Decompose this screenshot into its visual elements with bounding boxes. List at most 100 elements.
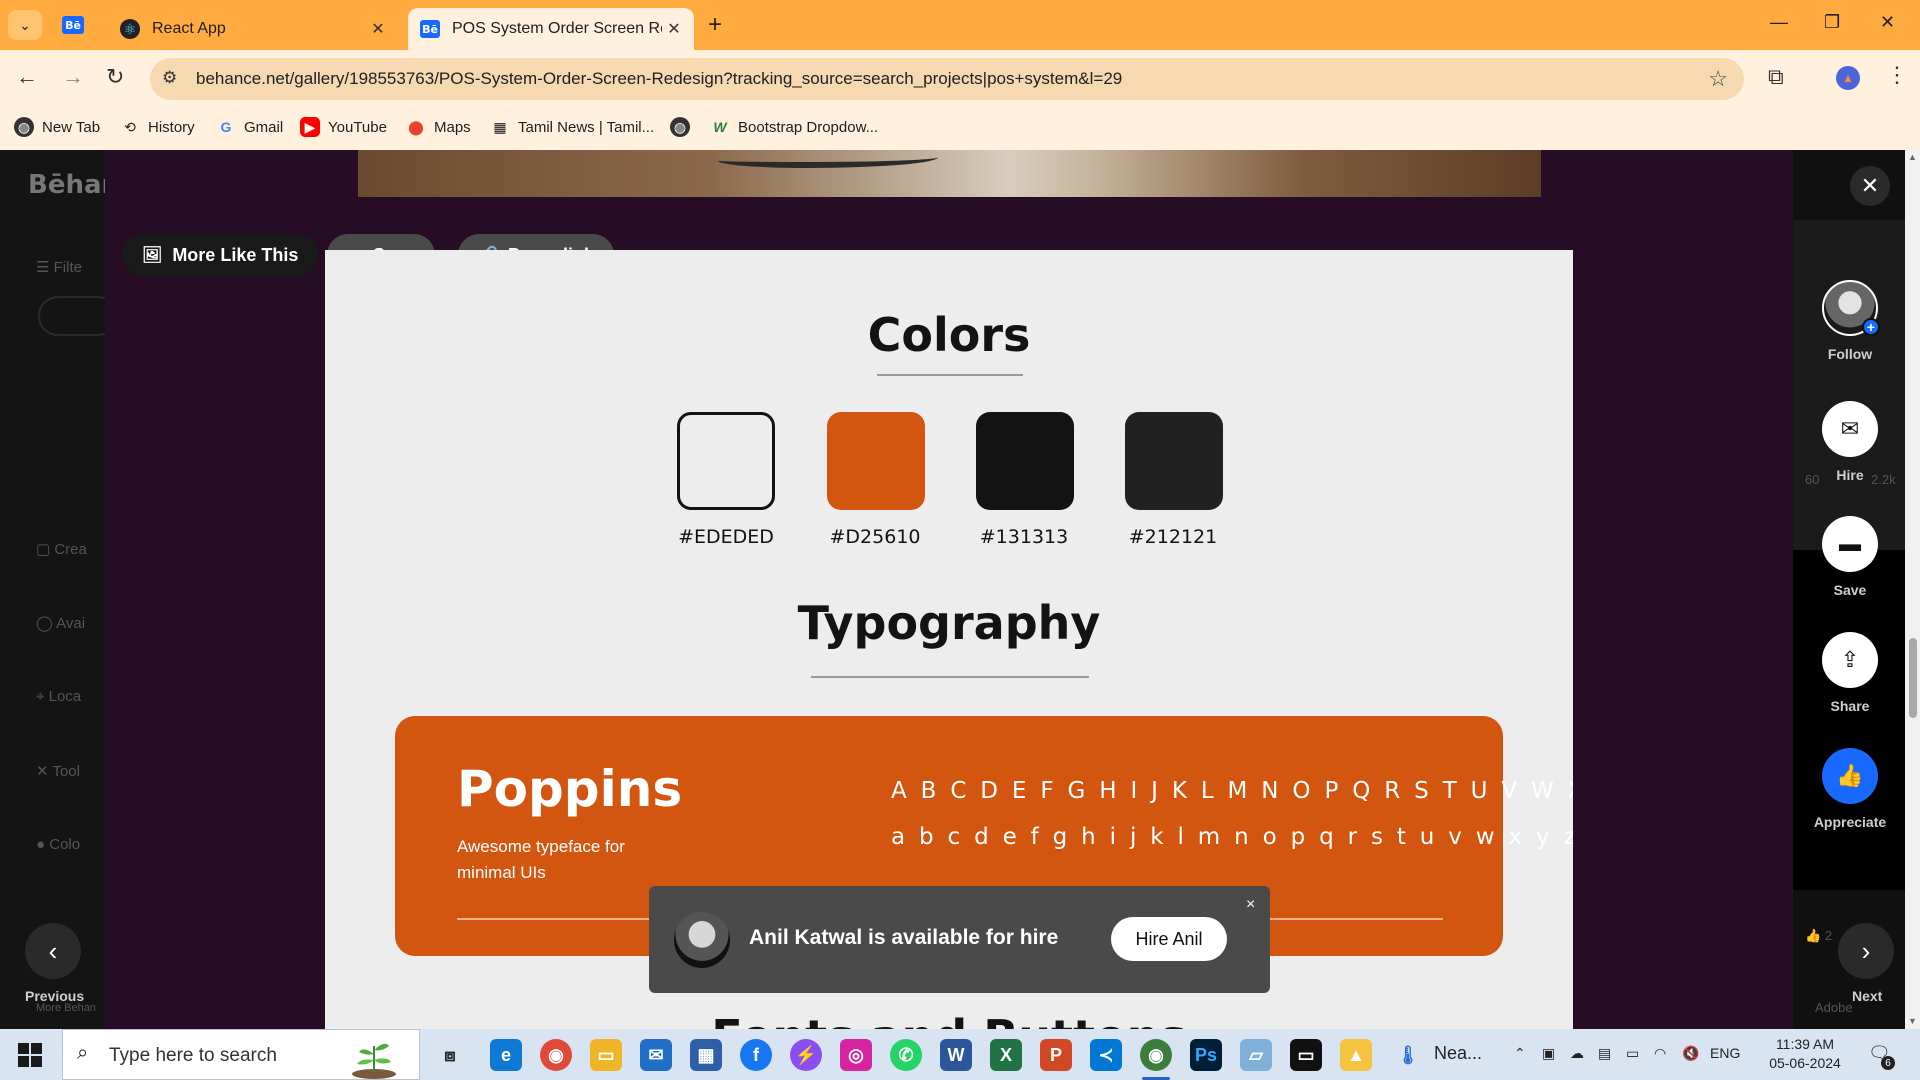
share-icon: ⇪	[1822, 632, 1878, 688]
restore-icon[interactable]: ❐	[1824, 12, 1840, 33]
chrome-profile-icon[interactable]: ◉	[1140, 1039, 1172, 1071]
swatch-label: #EDEDED	[678, 526, 774, 548]
site-info-icon[interactable]: ⚙	[162, 68, 177, 88]
cloud-icon[interactable]: ☁	[1570, 1045, 1584, 1062]
hire-button[interactable]: ✉ Hire	[1822, 401, 1878, 483]
wifi-icon[interactable]: ◠	[1654, 1045, 1666, 1062]
scroll-up-icon[interactable]: ▲	[1908, 152, 1917, 162]
hire-anil-button[interactable]: Hire Anil	[1111, 917, 1227, 961]
typography-underline	[811, 676, 1089, 678]
colors-heading: Colors	[867, 308, 1031, 362]
thermometer-icon[interactable]: 🌡	[1392, 1039, 1424, 1071]
battery-icon[interactable]: ▭	[1626, 1045, 1639, 1062]
next-project-button[interactable]: ›	[1838, 923, 1894, 979]
bookmark-star-icon[interactable]: ☆	[1708, 66, 1728, 92]
task-view-icon[interactable]: ⧈	[434, 1039, 466, 1071]
word-icon[interactable]: W	[940, 1039, 972, 1071]
appreciate-button[interactable]: 👍 Appreciate	[1814, 748, 1886, 830]
tab-close-icon[interactable]: ✕	[662, 19, 686, 39]
terminal-icon[interactable]: ▭	[1290, 1039, 1322, 1071]
filter-label: ☰ Filte	[36, 259, 82, 276]
taskbar-search[interactable]: ⌕ Type here to search	[62, 1029, 420, 1080]
scroll-thumb[interactable]	[1909, 638, 1917, 718]
map-pin-icon: ⬤	[408, 118, 424, 135]
language-indicator[interactable]: ENG	[1710, 1045, 1740, 1061]
tab-react-app[interactable]: ⚛ React App ✕	[108, 8, 398, 50]
system-clock[interactable]: 11:39 AM 05-06-2024	[1760, 1035, 1850, 1073]
new-tab-plus-icon[interactable]: +	[708, 12, 722, 38]
file-icon[interactable]: ▲	[1340, 1039, 1372, 1071]
tab-close-icon[interactable]: ✕	[366, 19, 390, 39]
colors-underline	[877, 374, 1023, 376]
bookmark-globe[interactable]: ◍	[670, 117, 698, 137]
color-swatch	[976, 412, 1074, 510]
scroll-down-icon[interactable]: ▼	[1908, 1016, 1917, 1026]
url-text[interactable]: behance.net/gallery/198553763/POS-System…	[196, 69, 1122, 89]
powerpoint-icon[interactable]: P	[1040, 1039, 1072, 1071]
facebook-icon[interactable]: f	[740, 1039, 772, 1071]
follow-button[interactable]: + Follow	[1822, 280, 1880, 362]
chevron-down-icon: ⌄	[19, 16, 31, 33]
close-icon[interactable]: ×	[1246, 896, 1255, 914]
pinned-tab-behance[interactable]: Bē	[60, 12, 86, 38]
font-description: Awesome typeface for minimal UIs	[457, 837, 625, 882]
meet-icon[interactable]: ▣	[1542, 1045, 1555, 1062]
tab-pos-system[interactable]: Bē POS System Order Screen Rede ✕	[408, 8, 694, 50]
edge-icon[interactable]: e	[490, 1039, 522, 1071]
rail-save-button[interactable]: ▬ Save	[1822, 516, 1878, 598]
chrome-icon[interactable]: ◉	[540, 1039, 572, 1071]
search-icon: ⌕	[77, 1042, 89, 1064]
image-icon: 🖼	[142, 247, 163, 264]
tray-chevron-icon[interactable]: ⌃	[1514, 1045, 1526, 1062]
adobe-wordmark: Adobe	[1815, 1000, 1853, 1015]
react-logo-icon: ⚛	[120, 19, 140, 39]
address-bar[interactable]: ⚙ behance.net/gallery/198553763/POS-Syst…	[150, 58, 1744, 100]
forward-arrow-icon[interactable]: →	[62, 64, 84, 90]
likes-count: 👍 2	[1805, 928, 1833, 943]
share-button[interactable]: ⇪ Share	[1822, 632, 1878, 714]
chevron-right-icon: ›	[1861, 935, 1871, 966]
browser-tab-bar: ⌄ Bē ⚛ React App ✕ Bē POS System Order S…	[0, 0, 1920, 50]
extensions-puzzle-icon[interactable]: ⧉	[1768, 64, 1784, 90]
previous-project-button[interactable]: ‹	[25, 923, 81, 979]
reload-icon[interactable]: ↻	[106, 64, 124, 90]
mail-icon[interactable]: ✉	[640, 1039, 672, 1071]
more-like-this-button[interactable]: 🖼 More Like This	[122, 234, 319, 276]
bookmark-gmail[interactable]: G Gmail	[216, 117, 284, 137]
profile-avatar-icon[interactable]: ▲	[1836, 66, 1860, 90]
lowercase-alphabet: a b c d e f g h i j k l m n o p q r s t …	[891, 824, 1573, 850]
bookmark-tamil-news[interactable]: ▦ Tamil News | Tamil...	[490, 117, 654, 137]
bookmark-youtube[interactable]: ▶ YouTube	[300, 117, 387, 137]
bookmark-maps[interactable]: ⬤ Maps	[406, 117, 471, 137]
bookmark-history[interactable]: ⟲ History	[120, 117, 195, 137]
file-explorer-icon[interactable]: ▭	[590, 1039, 622, 1071]
vscode-icon[interactable]: ≺	[1090, 1039, 1122, 1071]
bookmark-new-tab[interactable]: ◍ New Tab	[14, 117, 100, 137]
tab-title: React App	[152, 20, 226, 37]
swatch-label: #131313	[979, 526, 1069, 548]
app-icon[interactable]: ▱	[1240, 1039, 1272, 1071]
display-icon[interactable]: ▤	[1598, 1045, 1611, 1062]
menu-kebab-icon[interactable]: ⋮	[1886, 62, 1908, 88]
bookmark-bootstrap[interactable]: W Bootstrap Dropdow...	[710, 117, 878, 137]
next-label: Next	[1852, 988, 1883, 1004]
back-arrow-icon[interactable]: ←	[16, 64, 38, 90]
sidebar-item: ✕ Tool	[36, 763, 80, 780]
whatsapp-icon[interactable]: ✆	[890, 1039, 922, 1071]
windows-start-icon[interactable]	[18, 1043, 42, 1067]
previous-label: Previous	[25, 988, 85, 1004]
instagram-icon[interactable]: ◎	[840, 1039, 872, 1071]
messenger-icon[interactable]: ⚡	[790, 1039, 822, 1071]
excel-icon[interactable]: X	[990, 1039, 1022, 1071]
window-close-icon[interactable]: ✕	[1880, 12, 1895, 33]
building-icon: ▦	[493, 118, 507, 135]
tab-search-button[interactable]: ⌄	[8, 10, 42, 40]
weather-text[interactable]: Nea...	[1434, 1043, 1482, 1064]
photoshop-icon[interactable]: Ps	[1190, 1039, 1222, 1071]
browser-toolbar: ← → ↻ ⚙ behance.net/gallery/198553763/PO…	[0, 50, 1920, 108]
page-scrollbar[interactable]: ▲ ▼	[1905, 150, 1920, 1029]
close-project-icon[interactable]: ✕	[1850, 166, 1890, 206]
store-icon[interactable]: ▦	[690, 1039, 722, 1071]
volume-muted-icon[interactable]: 🔇	[1682, 1045, 1699, 1062]
minimize-icon[interactable]: —	[1770, 12, 1788, 33]
